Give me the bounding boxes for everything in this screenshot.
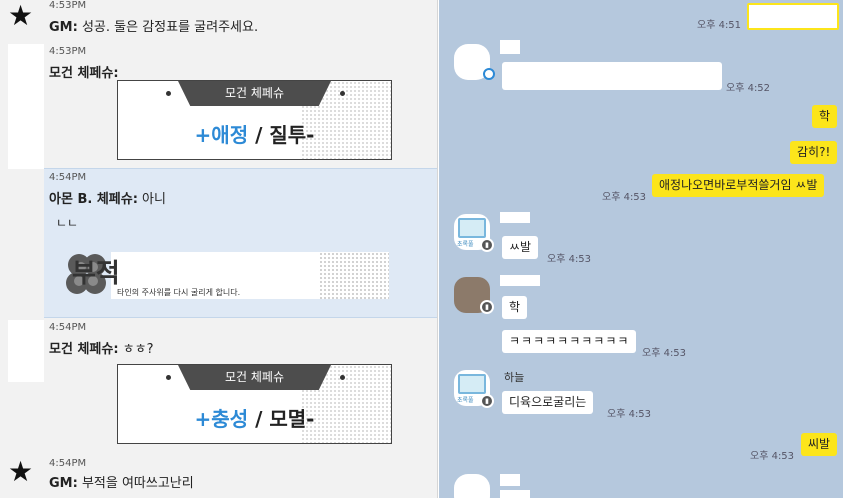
log-text: 부적을 여따쓰고난리	[81, 476, 194, 491]
emotion-text: +충성 / 모멸-	[118, 403, 391, 432]
dot-icon	[340, 375, 345, 380]
emotion-card: 모건 체페슈 +충성 / 모멸-	[117, 364, 392, 444]
chat-bubble-other[interactable]: ㅋㅋㅋㅋㅋㅋㅋㅋㅋㅋ	[502, 330, 637, 353]
chat-bubble-other[interactable]: 학	[502, 296, 528, 319]
dot-icon	[340, 91, 345, 96]
message-time: 오후 4:53	[602, 192, 647, 203]
sender-name	[500, 212, 530, 223]
message-time: 오후 4:53	[607, 409, 652, 420]
log-speaker: GM:	[49, 20, 78, 35]
message-time: 오후 4:51	[697, 20, 742, 31]
sender-name	[500, 40, 520, 54]
chat-bubble-other[interactable]: 디육으로굴리는	[502, 391, 594, 414]
log-speaker: GM:	[49, 476, 78, 491]
chat-panel: 오후 4:51 오후 4:52 학 감히?! 오후 4:53 애정나오면바로부적…	[439, 0, 843, 498]
log-timestamp: 4:53PM	[49, 46, 87, 57]
star-icon: ★	[8, 0, 34, 32]
log-timestamp: 4:53PM	[49, 0, 87, 11]
log-text: 성공. 둘은 감정표를 굴려주세요.	[81, 20, 259, 35]
emotion-card: 모건 체페슈 +애정 / 질투-	[117, 80, 392, 160]
chat-bubble-other[interactable]	[502, 62, 722, 90]
log-timestamp: 4:54PM	[49, 458, 87, 469]
negative-emotion: 모멸-	[269, 407, 315, 431]
profile-badge-icon: ▮	[480, 238, 494, 252]
log-speaker: 모건 체페슈:	[49, 66, 119, 81]
emotion-slash: /	[255, 407, 263, 431]
log-text: 아니	[142, 192, 166, 207]
talisman-title: 부적	[72, 259, 120, 289]
log-timestamp: 4:54PM	[49, 322, 87, 333]
message-time: 오후 4:53	[750, 451, 795, 462]
message-time: 오후 4:53	[547, 254, 592, 265]
chat-bubble-mine[interactable]: 감히?!	[790, 141, 838, 164]
log-message: 모건 체페슈:	[49, 62, 119, 81]
log-message: 모건 체페슈: ㅎㅎ?	[49, 338, 154, 357]
card-banner: 모건 체페슈	[178, 365, 331, 390]
chat-bubble-mine[interactable]	[747, 3, 839, 30]
card-banner: 모건 체페슈	[178, 81, 331, 106]
log-message: GM: 성공. 둘은 감정표를 굴려주세요.	[49, 16, 258, 35]
negative-emotion: 질투-	[269, 123, 315, 147]
dot-icon	[166, 91, 171, 96]
log-message: GM: 부적을 여따쓰고난리	[49, 472, 194, 491]
log-message: 아몬 B. 체페슈: 아니	[49, 188, 166, 207]
profile-badge-icon: ▮	[480, 394, 494, 408]
log-speaker: 아몬 B. 체페슈:	[49, 192, 138, 207]
star-icon: ★	[8, 455, 34, 488]
chat-bubble-mine[interactable]: 애정나오면바로부적쓸거임 ㅆ발	[652, 174, 825, 197]
message-time: 오후 4:53	[642, 348, 687, 359]
positive-emotion: +충성	[194, 407, 249, 431]
positive-emotion: +애정	[194, 123, 249, 147]
sender-name	[500, 474, 520, 486]
avatar-placeholder	[8, 320, 44, 382]
sender-name	[500, 490, 530, 498]
talisman-description: 타인의 주사위를 다시 굴리게 합니다.	[117, 288, 241, 297]
chat-bubble-mine[interactable]: 학	[812, 105, 838, 128]
dot-icon	[166, 375, 171, 380]
log-timestamp: 4:54PM	[49, 172, 87, 183]
game-log-panel: ★ 4:53PM GM: 성공. 둘은 감정표를 굴려주세요. 4:53PM 모…	[0, 0, 438, 498]
profile-avatar[interactable]	[454, 474, 490, 498]
refresh-icon	[483, 68, 495, 80]
chat-bubble-mine[interactable]: 씨발	[801, 433, 838, 456]
log-text: ㅎㅎ?	[122, 342, 154, 357]
sender-name	[500, 275, 540, 286]
emotion-slash: /	[255, 123, 263, 147]
message-time: 오후 4:52	[726, 83, 771, 94]
log-speaker: 모건 체페슈:	[49, 342, 119, 357]
avatar-placeholder	[8, 44, 44, 169]
emotion-text: +애정 / 질투-	[118, 119, 391, 148]
log-text: ㄴㄴ	[56, 216, 79, 230]
sender-name: 하늘	[504, 371, 525, 384]
profile-badge-icon: ▮	[480, 300, 494, 314]
chat-bubble-other[interactable]: ㅆ발	[502, 236, 539, 259]
